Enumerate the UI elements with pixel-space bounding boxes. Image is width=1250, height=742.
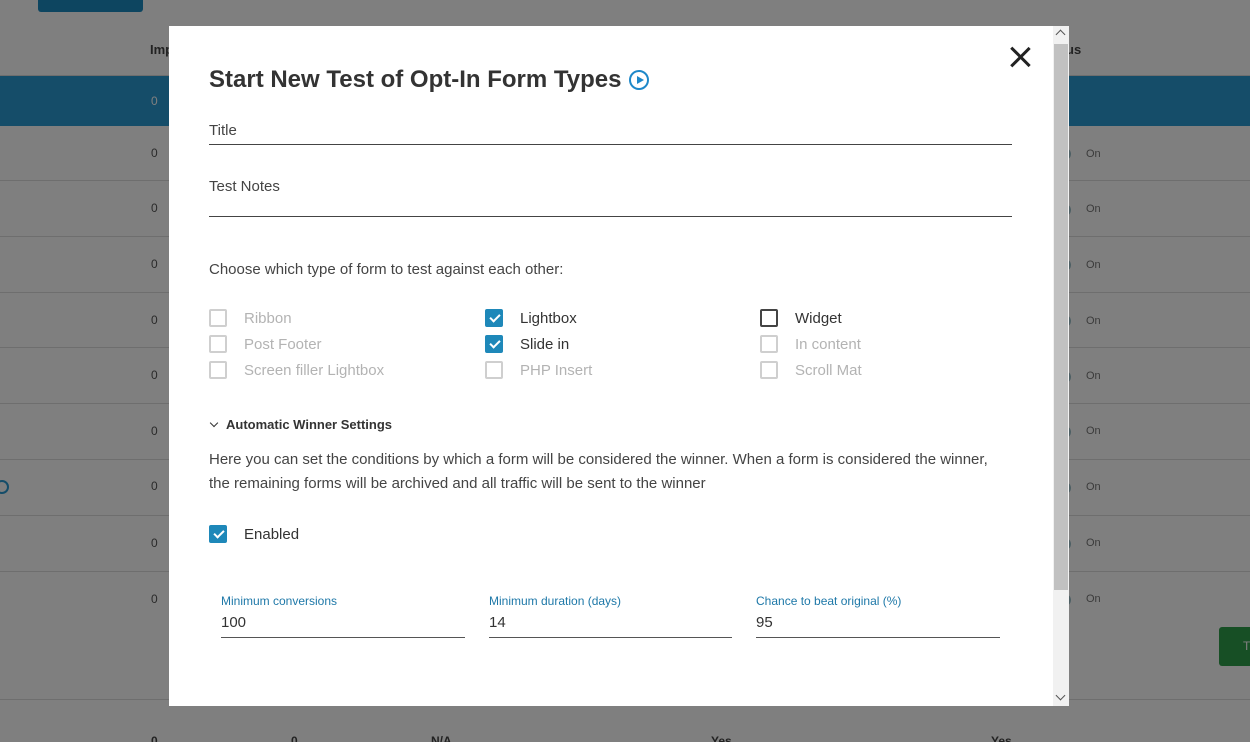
modal-title-text: Start New Test of Opt-In Form Types [209,66,622,93]
checkbox-box[interactable] [209,525,227,543]
checkbox-label: Post Footer [244,335,322,353]
new-test-modal: Start New Test of Opt-In Form Types Titl… [169,26,1069,706]
notes-input[interactable] [209,178,1012,217]
checkbox-label: In content [795,335,861,353]
checkbox-box[interactable] [485,309,503,327]
chance-to-beat-input[interactable]: 95 [756,614,1000,638]
checkbox-in-content[interactable]: In content [760,334,861,354]
auto-winner-description: Here you can set the conditions by which… [209,451,988,492]
title-input[interactable] [209,122,1012,145]
chance-to-beat-field[interactable]: Chance to beat original (%) 95 [756,594,1000,638]
checkbox-label: Ribbon [244,309,292,327]
checkbox-box[interactable] [485,361,503,379]
checkbox-post-footer[interactable]: Post Footer [209,334,322,354]
checkbox-widget[interactable]: Widget [760,308,842,328]
min-conversions-label: Minimum conversions [221,594,338,608]
min-duration-field[interactable]: Minimum duration (days) 14 [489,594,732,638]
checkbox-lightbox[interactable]: Lightbox [485,308,577,328]
checkbox-box[interactable] [760,361,778,379]
checkbox-label: Scroll Mat [795,361,862,379]
checkbox-label: Widget [795,309,842,327]
chance-to-beat-label: Chance to beat original (%) [756,594,902,608]
checkbox-php-insert[interactable]: PHP Insert [485,360,592,380]
checkbox-label: Lightbox [520,309,577,327]
checkbox-slide-in[interactable]: Slide in [485,334,569,354]
checkbox-box[interactable] [760,335,778,353]
chevron-down-icon [209,418,219,427]
checkbox-label: PHP Insert [520,361,593,379]
close-icon[interactable] [1007,44,1033,70]
play-circle-icon[interactable] [629,70,650,90]
modal-title: Start New Test of Opt-In Form Types [209,66,650,94]
min-duration-label: Minimum duration (days) [489,594,622,608]
scroll-up-arrow-icon[interactable] [1055,29,1066,40]
checkbox-label: Enabled [244,525,300,543]
checkbox-box[interactable] [209,309,227,327]
scroll-down-arrow-icon[interactable] [1055,690,1066,701]
auto-winner-heading: Automatic Winner Settings [226,417,393,432]
min-conversions-field[interactable]: Minimum conversions 100 [221,594,465,638]
checkbox-scroll-mat[interactable]: Scroll Mat [760,360,862,380]
checkbox-box[interactable] [760,309,778,327]
auto-winner-toggle[interactable]: Automatic Winner Settings [209,417,393,432]
checkbox-box[interactable] [209,335,227,353]
min-duration-input[interactable]: 14 [489,614,732,638]
checkbox-box[interactable] [209,361,227,379]
choose-form-types-text: Choose which type of form to test agains… [209,261,564,278]
modal-scrollbar[interactable] [1053,26,1069,706]
scrollbar-thumb[interactable] [1054,44,1068,590]
checkbox-screen-filler-lightbox[interactable]: Screen filler Lightbox [209,360,384,380]
checkbox-label: Slide in [520,335,570,353]
checkbox-enabled[interactable]: Enabled [209,524,299,544]
checkbox-box[interactable] [485,335,503,353]
min-conversions-input[interactable]: 100 [221,614,465,638]
checkbox-label: Screen filler Lightbox [244,361,385,379]
checkbox-ribbon[interactable]: Ribbon [209,308,292,328]
